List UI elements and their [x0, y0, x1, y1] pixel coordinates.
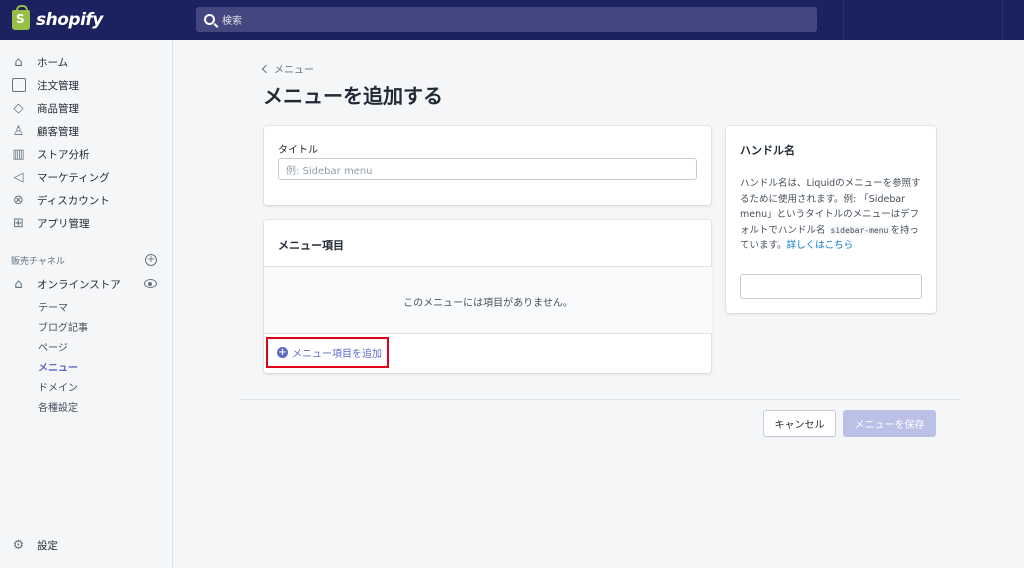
- handle-heading: ハンドル名: [740, 144, 795, 157]
- add-menu-item-button[interactable]: + メニュー項目を追加: [266, 337, 389, 368]
- apps-icon: ⊞: [13, 215, 24, 231]
- sidebar-subitem-themes[interactable]: テーマ: [38, 299, 68, 314]
- top-bar-edge: [1002, 0, 1024, 40]
- sidebar: ⌂ ホーム 注文管理 ◇ 商品管理 ♙ 顧客管理 ▥ ストア分析 ◁ マーケティ…: [0, 40, 173, 568]
- cancel-button[interactable]: キャンセル: [763, 410, 836, 437]
- menu-items-empty-state: このメニューには項目がありません。: [264, 266, 712, 334]
- menu-items-card: メニュー項目 このメニューには項目がありません。 + メニュー項目を追加: [264, 220, 712, 373]
- eye-icon[interactable]: [144, 279, 157, 288]
- store-icon: ⌂: [14, 276, 23, 292]
- sidebar-item-label: アプリ管理: [37, 217, 90, 230]
- title-label: タイトル: [278, 145, 318, 156]
- sidebar-item-discounts[interactable]: ⊗ ディスカウント: [0, 189, 172, 211]
- sidebar-item-analytics[interactable]: ▥ ストア分析: [0, 143, 172, 165]
- shopify-logo[interactable]: shopify: [0, 0, 173, 40]
- sidebar-item-products[interactable]: ◇ 商品管理: [0, 97, 172, 119]
- learn-more-link[interactable]: 詳しくはこちら: [787, 240, 854, 251]
- sidebar-item-label: ディスカウント: [37, 194, 110, 207]
- sidebar-subitem-blog-posts[interactable]: ブログ記事: [38, 319, 88, 334]
- title-card: タイトル 例: Sidebar menu: [264, 126, 711, 205]
- sidebar-item-label: ホーム: [37, 56, 69, 69]
- sidebar-subitem-preferences[interactable]: 各種設定: [38, 399, 78, 414]
- search-input[interactable]: 検索: [196, 7, 817, 32]
- chevron-left-icon: [261, 64, 271, 73]
- search-placeholder: 検索: [222, 16, 242, 27]
- save-menu-button[interactable]: メニューを保存: [843, 410, 936, 437]
- inbox-icon: [11, 77, 26, 93]
- title-input[interactable]: 例: Sidebar menu: [278, 158, 697, 180]
- top-bar-account-area[interactable]: [843, 0, 1024, 40]
- handle-card: ハンドル名 ハンドル名は、Liquidのメニューを参照するために使用されます。例…: [726, 126, 936, 313]
- add-menu-item-label: メニュー項目を追加: [292, 349, 382, 360]
- home-icon: ⌂: [14, 54, 23, 70]
- sidebar-item-label: 顧客管理: [37, 125, 79, 138]
- handle-input[interactable]: [740, 274, 922, 299]
- sidebar-item-label: マーケティング: [37, 171, 110, 184]
- handle-description: ハンドル名は、Liquidのメニューを参照するために使用されます。例: 「Sid…: [740, 176, 925, 254]
- handle-code: sidebar-menu: [828, 225, 891, 235]
- chart-icon: ▥: [12, 146, 25, 162]
- top-bar: shopify 検索: [0, 0, 1024, 40]
- sidebar-item-marketing[interactable]: ◁ マーケティング: [0, 166, 172, 188]
- search-icon: [204, 14, 215, 25]
- tag-icon: ◇: [13, 100, 24, 116]
- gear-icon: ⚙: [12, 537, 25, 553]
- sidebar-item-apps[interactable]: ⊞ アプリ管理: [0, 212, 172, 234]
- sidebar-item-orders[interactable]: 注文管理: [0, 74, 172, 96]
- sidebar-subitem-domains[interactable]: ドメイン: [38, 379, 78, 394]
- breadcrumb[interactable]: メニュー: [261, 61, 314, 76]
- discount-icon: ⊗: [13, 192, 24, 208]
- sidebar-item-label: 商品管理: [37, 102, 79, 115]
- shopify-bag-icon: [12, 5, 30, 30]
- person-icon: ♙: [12, 123, 25, 139]
- sidebar-subitem-pages[interactable]: ページ: [38, 339, 68, 354]
- plus-circle-icon: +: [277, 347, 288, 358]
- breadcrumb-label: メニュー: [274, 65, 314, 76]
- empty-state-text: このメニューには項目がありません。: [403, 298, 573, 309]
- sidebar-item-label: 注文管理: [37, 79, 79, 92]
- megaphone-icon: ◁: [13, 169, 24, 185]
- sidebar-item-home[interactable]: ⌂ ホーム: [0, 51, 172, 73]
- logo-text: shopify: [36, 10, 103, 30]
- add-channel-icon[interactable]: +: [145, 254, 157, 266]
- footer-divider: [240, 399, 960, 400]
- menu-items-heading: メニュー項目: [278, 239, 344, 252]
- sidebar-item-label: オンラインストア: [37, 278, 121, 291]
- title-input-placeholder: 例: Sidebar menu: [286, 165, 373, 177]
- sidebar-item-settings[interactable]: ⚙ 設定: [0, 534, 172, 556]
- sidebar-item-label: ストア分析: [37, 148, 90, 161]
- sidebar-item-customers[interactable]: ♙ 顧客管理: [0, 120, 172, 142]
- sidebar-subitem-menus[interactable]: メニュー: [38, 359, 78, 374]
- page-title: メニューを追加する: [263, 84, 443, 108]
- channels-header: 販売チャネル: [11, 257, 65, 267]
- sidebar-item-label: 設定: [37, 539, 58, 552]
